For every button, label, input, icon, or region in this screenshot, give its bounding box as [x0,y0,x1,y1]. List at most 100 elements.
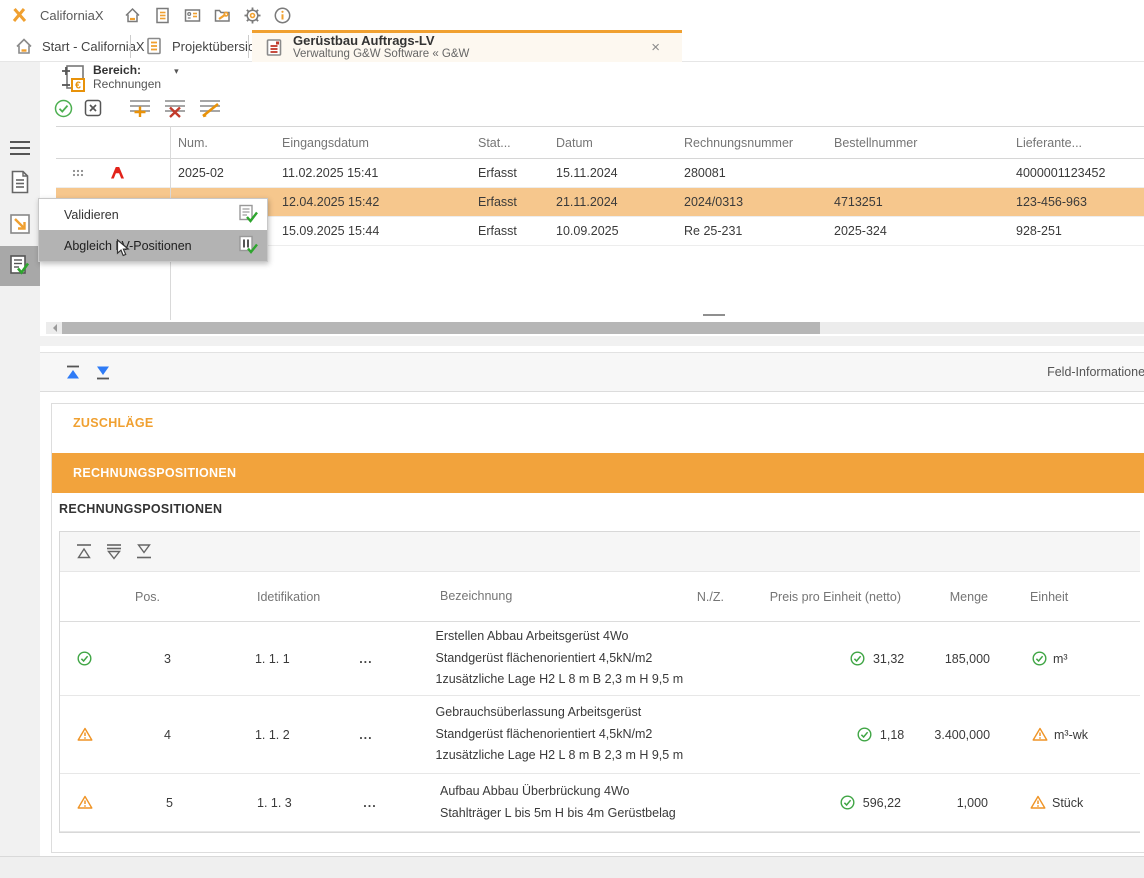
detail-panel: ZUSCHLÄGE RECHNUNGSPOSITIONEN RECHNUNGSP… [51,403,1144,853]
cell-preis: 596,22 [736,795,921,810]
column-header-datum[interactable]: Datum [548,136,676,150]
cell-einheit: m³-wk [1018,727,1140,742]
cell-datum: 15.11.2024 [548,166,676,180]
scroll-to-top-icon[interactable] [64,364,82,381]
tools-folder-icon[interactable] [208,3,238,27]
column-header-lieferant[interactable]: Lieferante... [1008,136,1144,150]
chevron-down-icon: ▾ [174,66,179,77]
menu-hamburger-icon[interactable] [0,130,40,166]
invoice-row[interactable]: 2025-02 11.02.2025 15:41 Erfasst 15.11.2… [56,159,1144,188]
add-row-icon[interactable] [128,98,152,118]
column-header-bezeichnung[interactable]: Bezeichnung [390,586,676,608]
cell-rechnungsnummer: 2024/0313 [676,195,826,209]
column-header-identifikation[interactable]: Idetifikation [185,590,350,604]
preis-ok-icon [850,651,865,666]
cell-bezeichnung: Aufbau Abbau Überbrückung 4Wo Stahlträge… [390,781,676,824]
cell-lieferant: 4000001123452 [1008,166,1144,180]
cell-eingangsdatum: 12.04.2025 15:42 [274,195,470,209]
cell-preis: 1,18 [742,727,924,742]
splitter-handle[interactable] [703,314,725,316]
cell-datum: 21.11.2024 [548,195,676,209]
document-tab-icon [144,36,164,56]
tab-geruestbau-auftrags-lv[interactable]: Gerüstbau Auftrags-LV Verwaltung G&W Sof… [252,30,682,62]
accept-circle-check-icon[interactable] [54,99,73,118]
cell-eingangsdatum: 15.09.2025 15:44 [274,224,470,238]
cancel-box-x-icon[interactable] [84,99,102,117]
scroll-left-arrow-icon[interactable] [49,324,57,332]
tab-bar: Start - CaliforniaX Projektübersicht Ger… [0,30,1144,62]
cell-einheit: Stück [1016,795,1140,810]
section-header-label: RECHNUNGSPOSITIONEN [73,466,236,480]
edit-row-icon[interactable] [198,98,222,118]
scroll-to-bottom-icon[interactable] [94,364,112,381]
position-row[interactable]: 5 1. 1. 3 ... Aufbau Abbau Überbrückung … [60,774,1140,832]
more-options-button[interactable]: ... [346,728,385,742]
compare-lv-positions-icon [238,235,259,256]
cell-preis: 31,32 [742,651,924,666]
tab-separator [248,35,249,58]
settings-gear-icon[interactable] [238,3,268,27]
horizontal-scrollbar[interactable] [46,322,1144,334]
mouse-cursor [116,239,132,258]
bereich-selector[interactable]: € Bereich: Rechnungen ▾ [60,64,179,93]
cell-lieferant: 928-251 [1008,224,1144,238]
column-header-menge[interactable]: Menge [921,590,1016,604]
expand-bottom-icon[interactable] [134,543,154,560]
cell-bestellnummer: 2025-324 [826,224,1008,238]
column-header-nz[interactable]: N./Z. [676,590,736,604]
cell-eingangsdatum: 11.02.2025 15:41 [274,166,470,180]
info-icon[interactable] [268,3,298,27]
cell-status: Erfasst [470,166,548,180]
column-header-eingangsdatum[interactable]: Eingangsdatum [274,136,470,150]
column-header-pos[interactable]: Pos. [110,590,185,604]
section-rechnungspositionen-header[interactable]: RECHNUNGSPOSITIONEN [52,453,1144,493]
position-row[interactable]: 4 1. 1. 2 ... Gebrauchsüberlassung Arbei… [60,696,1140,774]
detail-toolbar: Feld-Informationen [40,352,1144,392]
column-header-status[interactable]: Stat... [470,136,548,150]
delete-row-icon[interactable] [163,98,187,118]
cell-rechnungsnummer: Re 25-231 [676,224,826,238]
cell-identifikation: 1. 1. 1 [183,652,346,666]
menu-item-validieren[interactable]: Validieren [39,199,267,230]
validate-checklist-icon [238,204,259,225]
positions-table-header: Pos. Idetifikation Bezeichnung N./Z. Pre… [60,572,1140,622]
home-icon[interactable] [118,3,148,27]
einheit-warning-icon [1030,795,1046,810]
invoice-table-header: Num. Eingangsdatum Stat... Datum Rechnun… [56,126,1144,159]
invoice-calc-icon: € [60,64,86,93]
preis-ok-icon [857,727,872,742]
position-row[interactable]: 3 1. 1. 1 ... Erstellen Abbau Arbeitsger… [60,622,1140,696]
validation-checklist-icon[interactable] [0,248,40,284]
more-options-button[interactable]: ... [346,652,385,666]
drag-grip-icon[interactable] [56,169,100,177]
app-bar: CaliforniaX [0,0,1144,30]
menu-item-abgleich-lv-positionen[interactable]: Abgleich LV-Positionen [39,230,267,261]
cell-menge: 1,000 [921,796,1016,810]
bereich-label: Bereich: [93,64,161,77]
projects-icon[interactable] [148,3,178,27]
svg-text:€: € [75,80,81,92]
column-header-einheit[interactable]: Einheit [1016,590,1140,604]
close-icon[interactable]: × [651,40,660,55]
column-header-preis[interactable]: Preis pro Einheit (netto) [736,590,921,604]
context-menu: Validieren Abgleich LV-Positionen [38,198,268,262]
more-options-button[interactable]: ... [350,796,390,810]
column-header-num[interactable]: Num. [170,136,274,150]
application-window: CaliforniaX Start - CaliforniaX [0,0,1144,878]
cell-rechnungsnummer: 280081 [676,166,826,180]
column-header-bestellnummer[interactable]: Bestellnummer [826,136,1008,150]
expand-top-icon[interactable] [74,543,94,560]
pdf-icon[interactable] [100,166,170,180]
positions-toolbar [60,532,1140,572]
positions-table-panel: Pos. Idetifikation Bezeichnung N./Z. Pre… [59,531,1140,833]
section-zuschlaege[interactable]: ZUSCHLÄGE [73,416,153,430]
tab-start[interactable]: Start - CaliforniaX [4,30,155,62]
scrollbar-thumb[interactable] [62,322,820,334]
document-list-icon[interactable] [0,164,40,200]
status-bar [0,856,1144,878]
address-book-icon[interactable] [178,3,208,27]
column-header-rechnungsnummer[interactable]: Rechnungsnummer [676,136,826,150]
einheit-ok-icon [1032,651,1047,666]
import-arrow-icon[interactable] [0,206,40,242]
collapse-all-icon[interactable] [104,543,124,560]
